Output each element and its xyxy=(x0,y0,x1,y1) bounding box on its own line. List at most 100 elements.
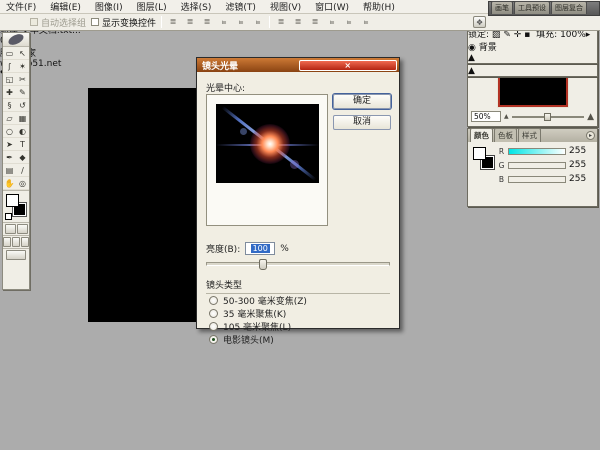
scrollbar[interactable]: ▲ xyxy=(468,66,597,76)
tab-color[interactable]: 颜色 xyxy=(470,128,493,142)
blue-value-input[interactable]: 255 xyxy=(569,174,586,184)
hand-tool[interactable]: ✋ xyxy=(3,177,16,190)
background-layer-row[interactable]: ◉ 背景 xyxy=(468,40,597,53)
zoom-out-icon[interactable]: ▲ xyxy=(504,113,509,120)
close-icon[interactable]: × xyxy=(299,60,398,71)
default-colors-icon[interactable] xyxy=(5,213,12,220)
auto-select-checkbox[interactable]: 自动选择组 xyxy=(30,16,86,29)
lock-transparency-icon[interactable]: ▨ xyxy=(492,30,501,40)
crop-tool[interactable]: ◱ xyxy=(3,73,16,86)
align-top-icon[interactable]: ≣ xyxy=(167,16,179,28)
navigator-zoom-slider[interactable] xyxy=(512,116,584,118)
align-bottom-icon[interactable]: ≣ xyxy=(201,16,213,28)
scrollbar[interactable]: ▲ xyxy=(468,53,597,63)
slider-thumb[interactable] xyxy=(259,259,267,270)
pen-tool[interactable]: ✒ xyxy=(3,151,16,164)
align-right-icon[interactable]: ⫢ xyxy=(252,16,264,28)
lock-move-icon[interactable]: ✛ xyxy=(514,30,522,40)
zoom-slider-thumb[interactable] xyxy=(544,113,551,121)
document-canvas[interactable] xyxy=(88,88,196,322)
panel-menu-icon[interactable]: ▸ xyxy=(586,131,595,140)
move-tool[interactable]: ↖ xyxy=(16,47,29,60)
lasso-tool[interactable]: ʃ xyxy=(3,60,16,73)
align-left-icon[interactable]: ⫢ xyxy=(218,16,230,28)
foreground-color-swatch[interactable] xyxy=(473,147,486,160)
green-value-input[interactable]: 255 xyxy=(569,160,586,170)
fill-input[interactable]: 100%▸ xyxy=(560,30,590,40)
distribute-bottom-icon[interactable]: ≣ xyxy=(309,16,321,28)
palette-tab-tool-presets[interactable]: 工具预设 xyxy=(514,1,550,14)
menu-layer[interactable]: 图层(L) xyxy=(137,0,167,13)
brightness-value: 100 xyxy=(251,244,270,253)
radio-35mm-prime[interactable]: 35 毫米聚焦(K) xyxy=(209,307,286,320)
menu-help[interactable]: 帮助(H) xyxy=(363,0,395,13)
zoom-tool[interactable]: ◎ xyxy=(16,177,29,190)
distribute-top-icon[interactable]: ≣ xyxy=(275,16,287,28)
brush-tool[interactable]: ✎ xyxy=(16,86,29,99)
path-selection-tool[interactable]: ➤ xyxy=(3,138,16,151)
standard-mode-button[interactable] xyxy=(5,224,16,234)
layer-visibility-eye-icon[interactable]: ◉ xyxy=(468,43,476,53)
type-tool[interactable]: T xyxy=(16,138,29,151)
healing-brush-tool[interactable]: ✚ xyxy=(3,86,16,99)
distribute-middle-icon[interactable]: ≣ xyxy=(292,16,304,28)
distribute-right-icon[interactable]: ⫢ xyxy=(360,16,372,28)
menu-filter[interactable]: 滤镜(T) xyxy=(225,0,256,13)
fullscreen-menubar-button[interactable] xyxy=(12,237,20,247)
quick-mask-mode-button[interactable] xyxy=(17,224,28,234)
bridge-icon[interactable]: ❖ xyxy=(473,16,486,28)
history-brush-tool[interactable]: ↺ xyxy=(16,99,29,112)
imageready-button[interactable] xyxy=(6,250,26,260)
show-transform-checkbox[interactable]: 显示变换控件 xyxy=(91,16,156,29)
brightness-input[interactable]: 100 xyxy=(245,242,275,255)
shape-tool[interactable]: ◆ xyxy=(16,151,29,164)
foreground-color-swatch[interactable] xyxy=(6,194,19,207)
notes-tool[interactable]: ▤ xyxy=(3,164,16,177)
distribute-center-icon[interactable]: ⫢ xyxy=(343,16,355,28)
palette-tab-brushes[interactable]: 画笔 xyxy=(491,1,513,14)
slice-tool[interactable]: ✂ xyxy=(16,73,29,86)
red-slider[interactable] xyxy=(508,148,566,155)
divider xyxy=(269,16,270,28)
distribute-left-icon[interactable]: ⫢ xyxy=(326,16,338,28)
standard-screen-button[interactable] xyxy=(3,237,11,247)
zoom-in-icon[interactable]: ▲ xyxy=(587,112,594,122)
menu-image[interactable]: 图像(I) xyxy=(95,0,123,13)
eyedropper-tool[interactable]: ∕ xyxy=(16,164,29,177)
lock-all-icon[interactable]: ▪ xyxy=(524,30,530,40)
clone-stamp-tool[interactable]: § xyxy=(3,99,16,112)
menu-select[interactable]: 选择(S) xyxy=(181,0,212,13)
radio-50-300-zoom[interactable]: 50-300 毫米变焦(Z) xyxy=(209,294,307,307)
blue-slider[interactable] xyxy=(508,176,566,183)
magic-wand-tool[interactable]: ✶ xyxy=(16,60,29,73)
tab-swatches[interactable]: 色板 xyxy=(494,128,517,142)
flare-preview[interactable] xyxy=(216,104,319,183)
green-slider[interactable] xyxy=(508,162,566,169)
palette-tab-layer-comps[interactable]: 图层复合 xyxy=(551,1,587,14)
red-value-input[interactable]: 255 xyxy=(569,146,586,156)
menu-edit[interactable]: 编辑(E) xyxy=(50,0,81,13)
radio-movie-prime[interactable]: 电影镜头(M) xyxy=(209,333,274,346)
eraser-tool[interactable]: ▱ xyxy=(3,112,16,125)
menu-file[interactable]: 文件(F) xyxy=(6,0,36,13)
radio-105mm-prime[interactable]: 105 毫米聚焦(L) xyxy=(209,320,291,333)
lock-paint-icon[interactable]: ✎ xyxy=(503,30,511,40)
rectangular-marquee-tool[interactable]: ▭ xyxy=(3,47,16,60)
divider xyxy=(161,16,162,28)
menu-view[interactable]: 视图(V) xyxy=(270,0,301,13)
align-middle-icon[interactable]: ≣ xyxy=(184,16,196,28)
menu-window[interactable]: 窗口(W) xyxy=(315,0,349,13)
brightness-slider[interactable] xyxy=(206,262,390,266)
dialog-titlebar[interactable]: 镜头光晕 × xyxy=(197,58,399,72)
color-tabs: 颜色 色板 样式 ▸ xyxy=(468,129,597,142)
navigator-zoom-input[interactable]: 50% xyxy=(471,111,501,122)
align-center-icon[interactable]: ⫢ xyxy=(235,16,247,28)
gradient-tool[interactable]: ▦ xyxy=(16,112,29,125)
fullscreen-button[interactable] xyxy=(21,237,29,247)
tab-styles[interactable]: 样式 xyxy=(518,128,541,142)
dodge-tool[interactable]: ◐ xyxy=(16,125,29,138)
fill-value: 100% xyxy=(560,30,586,40)
cancel-button[interactable]: 取消 xyxy=(333,115,391,130)
ok-button[interactable]: 确定 xyxy=(333,94,391,109)
blur-tool[interactable]: ○ xyxy=(3,125,16,138)
